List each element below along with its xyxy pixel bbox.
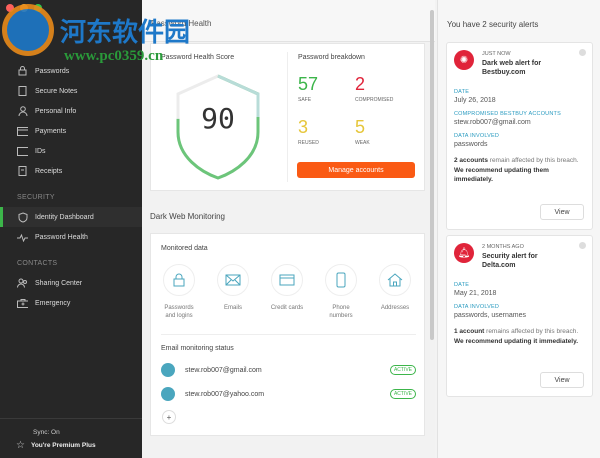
avatar xyxy=(161,363,175,377)
credit-card-icon xyxy=(271,264,303,296)
status-badge: ACTIVE xyxy=(389,365,416,375)
sidebar-item-emergency[interactable]: Emergency xyxy=(0,293,142,313)
sidebar-item-receipts[interactable]: Receipts xyxy=(0,161,142,181)
alert-title: Dark web alert for Bestbuy.com xyxy=(482,60,542,76)
main-content: Password Health Password Health Score 90… xyxy=(142,0,435,458)
section-heading-contacts: CONTACTS xyxy=(17,260,58,267)
dismiss-icon[interactable] xyxy=(579,242,586,249)
sidebar-footer: Sync: On ☆ You're Premium Plus xyxy=(0,418,142,458)
email-row: stew.rob007@gmail.com ACTIVE xyxy=(161,362,416,378)
sidebar-item-secure-notes[interactable]: Secure Notes xyxy=(0,81,142,101)
close-window-button[interactable] xyxy=(6,4,14,12)
scrollbar[interactable] xyxy=(430,10,434,340)
score-label: Password Health Score xyxy=(161,54,235,61)
view-button[interactable]: View xyxy=(540,372,584,388)
sidebar-item-label: Secure Notes xyxy=(35,87,78,95)
monitored-addresses[interactable]: Addresses xyxy=(377,264,413,312)
sidebar-item-label: IDs xyxy=(35,147,46,155)
sidebar-item-label: Identity Dashboard xyxy=(35,213,94,221)
sidebar-item-identity-dashboard[interactable]: Identity Dashboard xyxy=(0,207,142,227)
monitored-passwords[interactable]: Passwords and logins xyxy=(161,264,197,320)
breakdown-safe: 57 SAFE xyxy=(298,74,319,103)
card-icon xyxy=(17,126,28,137)
dark-web-monitoring-card: Monitored data Passwords and logins Emai… xyxy=(150,233,425,436)
pulse-icon xyxy=(17,232,28,243)
email-status-title: Email monitoring status xyxy=(161,345,234,352)
virus-icon: ✺ xyxy=(454,50,474,70)
sidebar-item-personal-info[interactable]: Personal Info xyxy=(0,101,142,121)
sidebar: Passwords Secure Notes Personal Info Pay… xyxy=(0,0,142,458)
breakdown-compromised: 2 COMPROMISED xyxy=(355,74,394,103)
sidebar-item-payments[interactable]: Payments xyxy=(0,121,142,141)
id-icon xyxy=(17,146,28,157)
sidebar-item-label: Sharing Center xyxy=(35,279,83,287)
note-icon xyxy=(17,86,28,97)
envelope-icon xyxy=(217,264,249,296)
email-row: stew.rob007@yahoo.com ACTIVE xyxy=(161,386,416,402)
sidebar-item-label: Receipts xyxy=(35,167,63,175)
alerts-title: You have 2 security alerts xyxy=(447,20,539,29)
score-value: 90 xyxy=(201,102,235,135)
person-icon xyxy=(17,106,28,117)
page-title: Password Health xyxy=(142,0,435,42)
lock-icon xyxy=(17,66,28,77)
minimize-window-button[interactable] xyxy=(20,4,28,12)
shield-icon xyxy=(17,211,28,223)
avatar xyxy=(161,387,175,401)
phone-icon xyxy=(325,264,357,296)
dark-web-monitoring-title: Dark Web Monitoring xyxy=(150,212,225,221)
breakdown-weak: 5 WEAK xyxy=(355,117,370,146)
breakdown-reused: 3 REUSED xyxy=(298,117,319,146)
receipt-icon xyxy=(17,166,28,177)
monitored-title: Monitored data xyxy=(161,245,208,252)
plan-label: You're Premium Plus xyxy=(30,442,96,449)
password-health-card: Password Health Score 90 Password breakd… xyxy=(150,43,425,191)
sidebar-item-ids[interactable]: IDs xyxy=(0,141,142,161)
dismiss-icon[interactable] xyxy=(579,49,586,56)
sidebar-item-passwords[interactable]: Passwords xyxy=(0,61,142,81)
sidebar-item-label: Password Health xyxy=(35,233,88,241)
house-icon xyxy=(379,264,411,296)
monitored-credit-cards[interactable]: Credit cards xyxy=(269,264,305,312)
briefcase-icon xyxy=(17,298,28,309)
alert-card: 🔔︎ 2 MONTHS AGO Security alert for Delta… xyxy=(446,235,593,397)
star-icon: ☆ xyxy=(16,440,25,451)
view-button[interactable]: View xyxy=(540,204,584,220)
sync-status: Sync: On xyxy=(33,429,60,436)
monitored-emails[interactable]: Emails xyxy=(215,264,251,312)
premium-status[interactable]: ☆ You're Premium Plus xyxy=(16,440,96,451)
alerts-panel: You have 2 security alerts ✺ JUST NOW Da… xyxy=(437,0,600,458)
status-badge: ACTIVE xyxy=(389,389,416,399)
alert-card: ✺ JUST NOW Dark web alert for Bestbuy.co… xyxy=(446,42,593,230)
section-heading-security: SECURITY xyxy=(17,194,55,201)
lock-icon xyxy=(163,264,195,296)
window-controls xyxy=(6,4,42,12)
people-icon xyxy=(17,278,28,289)
zoom-window-button[interactable] xyxy=(34,4,42,12)
alert-title: Security alert for Delta.com xyxy=(482,253,538,269)
sidebar-item-label: Personal Info xyxy=(35,107,77,115)
sidebar-item-label: Passwords xyxy=(35,67,70,75)
sidebar-item-password-health[interactable]: Password Health xyxy=(0,227,142,247)
sidebar-item-label: Payments xyxy=(35,127,67,135)
add-email-button[interactable]: + xyxy=(162,410,176,424)
breakdown-title: Password breakdown xyxy=(298,54,365,61)
bell-icon: 🔔︎ xyxy=(454,243,474,263)
manage-accounts-button[interactable]: Manage accounts xyxy=(297,162,415,178)
sidebar-item-sharing-center[interactable]: Sharing Center xyxy=(0,273,142,293)
sidebar-item-label: Emergency xyxy=(35,299,71,307)
monitored-phone-numbers[interactable]: Phone numbers xyxy=(323,264,359,320)
